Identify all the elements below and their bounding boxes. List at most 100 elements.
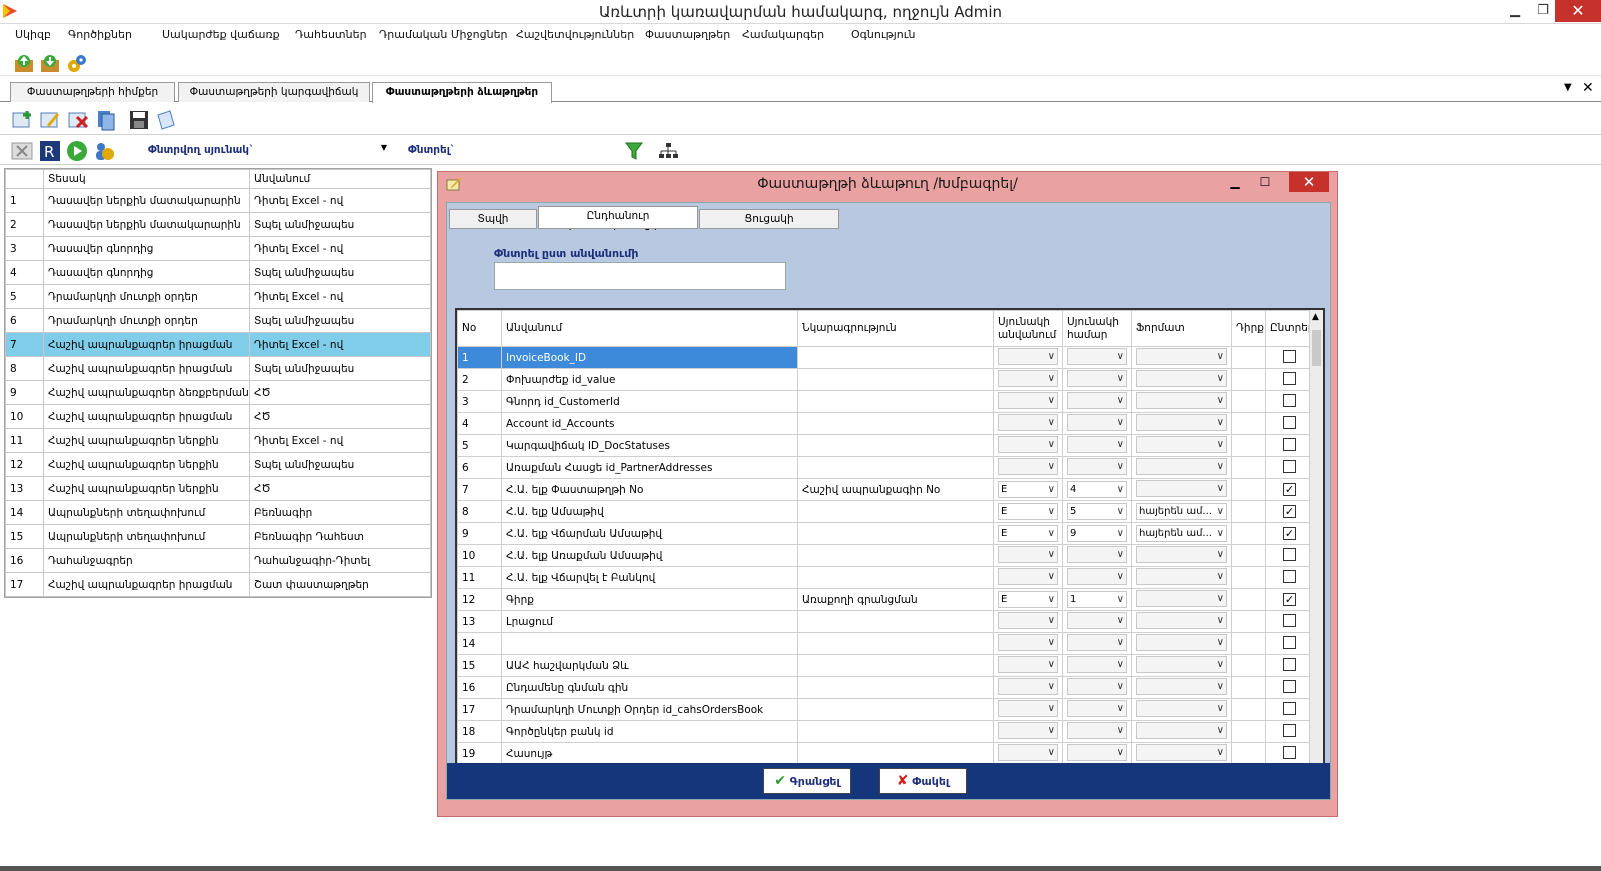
column-number-select[interactable] [1067,677,1127,695]
select-checkbox[interactable] [1283,415,1296,429]
filter-funnel-icon[interactable] [623,140,645,162]
field-description[interactable] [797,522,994,545]
column-header-no[interactable]: No [457,310,502,347]
edit-row-icon[interactable] [39,109,61,131]
select-checkbox[interactable] [1283,437,1296,451]
select-checkbox[interactable] [1283,459,1296,473]
column-number-select[interactable] [1067,347,1127,365]
column-number-select[interactable] [1067,633,1127,651]
column-header-field-name[interactable]: Անվանում [501,310,798,347]
row-name[interactable]: Տպել անմիջապես [249,260,431,285]
row-type[interactable]: Հաշիվ ապրանքագրեր իրացման [43,356,250,381]
table-row[interactable]: 9Հ.Ա. ելք Վճարման ԱմսաթիվE9հայերեն ամ...… [457,522,1314,545]
column-number-select[interactable] [1067,655,1127,673]
row-type[interactable]: Դասավեր ներքին մատակարարին [43,212,250,237]
table-row[interactable]: 14 Ապրանքների տեղափոխում Բեռնագիր [5,500,431,525]
row-type[interactable]: Ապրանքների տեղափոխում [43,500,250,525]
select-checkbox[interactable] [1283,371,1296,385]
field-name[interactable]: Հասույթ [501,742,798,765]
play-icon[interactable] [66,140,88,162]
field-name[interactable]: Հ.Ա. ելք Վճարման Ամսաթիվ [501,522,798,545]
field-name[interactable]: Առաքման Հասցե id_PartnerAddresses [501,456,798,479]
column-number-select[interactable] [1067,369,1127,387]
column-name-select[interactable] [998,633,1058,651]
fields-grid-scrollbar[interactable]: ▲ ▼ [1309,310,1323,776]
column-header-type[interactable]: Տեսակ [43,169,250,189]
row-name[interactable]: ՀԾ [249,380,431,405]
select-checkbox[interactable] [1283,635,1296,649]
field-description[interactable]: Հաշիվ ապրանքագիր No [797,478,994,501]
table-row[interactable]: 9 Հաշիվ ապրանքագրեր ձեռքբերման ՀԾ [5,380,431,405]
column-number-select[interactable]: 5 [1067,503,1127,520]
field-name[interactable]: Հ.Ա. ելք Փաստաթղթի No [501,478,798,501]
field-name[interactable]: Account id_Accounts [501,412,798,435]
row-type[interactable]: Դահանջագրեր [43,548,250,573]
format-select[interactable] [1136,369,1227,387]
upload-icon[interactable] [13,52,35,74]
table-row[interactable]: 5 Դրամարկղի մուտքի օրդեր Դիտել Excel - ով [5,284,431,309]
table-row[interactable]: 2 Դասավեր ներքին մատակարարին Տպել անմիջապե… [5,212,431,237]
format-select[interactable] [1136,435,1227,453]
column-name-select[interactable]: E [998,481,1058,498]
row-type[interactable]: Հաշիվ ապրանքագրեր ձեռքբերման [43,380,250,405]
column-name-select[interactable] [998,743,1058,761]
format-select[interactable] [1136,699,1227,717]
column-name-select[interactable] [998,545,1058,563]
table-row[interactable]: 14 [457,632,1314,655]
column-header-select[interactable]: Ընտրել [1265,310,1314,347]
table-row[interactable]: 8Հ.Ա. ելք Ամսաթիվ E5 հայերեն ամ... ✓ [457,500,1314,523]
field-position[interactable] [1231,412,1266,435]
table-row[interactable]: 18 Գործընկեր բանկ id [457,720,1314,743]
field-description[interactable] [797,434,994,457]
tab-document-forms[interactable]: Փաստաթղթերի ձևաթղթեր [372,82,552,103]
field-description[interactable] [797,742,994,765]
dialog-minimize-button[interactable]: ▁ [1223,172,1247,192]
table-row[interactable]: 12ԳիրքԱռաքողի գրանցմանE1 ✓ [457,588,1314,611]
select-checkbox[interactable] [1283,745,1296,759]
close-tab-icon[interactable]: ✕ [1582,80,1594,96]
column-name-select[interactable]: E [998,503,1058,520]
column-name-select[interactable] [998,567,1058,585]
row-type[interactable]: Հաշիվ ապրանքագրեր ներքին [43,452,250,477]
row-name[interactable]: ՀԾ [249,404,431,429]
table-row[interactable]: 2 Փոխարժեք id_value [457,368,1314,391]
field-position[interactable] [1231,654,1266,677]
select-checkbox[interactable]: ✓ [1283,505,1296,518]
field-description[interactable] [797,390,994,413]
refresh-icon[interactable]: R [39,140,61,162]
field-name[interactable]: Գիրք [501,588,798,611]
field-position[interactable] [1231,456,1266,479]
row-type[interactable]: Ապրանքների տեղափոխում [43,524,250,549]
field-description[interactable] [797,632,994,655]
table-row[interactable]: 17 Հաշիվ ապրանքագրեր իրացման Շատ փաստաթղթե… [5,572,431,597]
field-description[interactable] [797,456,994,479]
format-select[interactable] [1136,721,1227,739]
format-select[interactable] [1136,413,1227,431]
table-row[interactable]: 16 Դահանջագրեր Դահանջագիր-Դիտել [5,548,431,573]
row-name[interactable]: Տպել անմիջապես [249,308,431,333]
select-checkbox[interactable]: ✓ [1283,527,1296,540]
field-position[interactable] [1231,346,1266,369]
field-description[interactable] [797,566,994,589]
field-position[interactable] [1231,610,1266,633]
field-name[interactable]: Գործընկեր բանկ id [501,720,798,743]
save-icon[interactable] [128,109,150,131]
table-row[interactable]: 4 Account id_Accounts [457,412,1314,435]
menu-item-start[interactable]: Սկիզբ [15,28,51,41]
row-type[interactable]: Հաշիվ ապրանքագրեր իրացման [43,332,250,357]
row-type[interactable]: Դասավեր ներքին մատակարարին [43,188,250,213]
column-number-select[interactable] [1067,413,1127,431]
table-row[interactable]: 3 Գնորդ id_CustomerId [457,390,1314,413]
dialog-close-button[interactable]: ✕ [1289,172,1329,192]
row-name[interactable]: Դահանջագիր-Դիտել [249,548,431,573]
table-row[interactable]: 1 Դասավեր ներքին մատակարարին Դիտել Excel -… [5,188,431,213]
field-name[interactable] [501,632,798,655]
column-name-select[interactable]: E [998,591,1058,608]
column-name-select[interactable] [998,457,1058,475]
select-checkbox[interactable] [1283,569,1296,583]
field-description[interactable] [797,676,994,699]
select-checkbox[interactable] [1283,349,1296,363]
table-row[interactable]: 19 Հասույթ [457,742,1314,765]
column-name-select[interactable] [998,413,1058,431]
column-name-select[interactable] [998,391,1058,409]
